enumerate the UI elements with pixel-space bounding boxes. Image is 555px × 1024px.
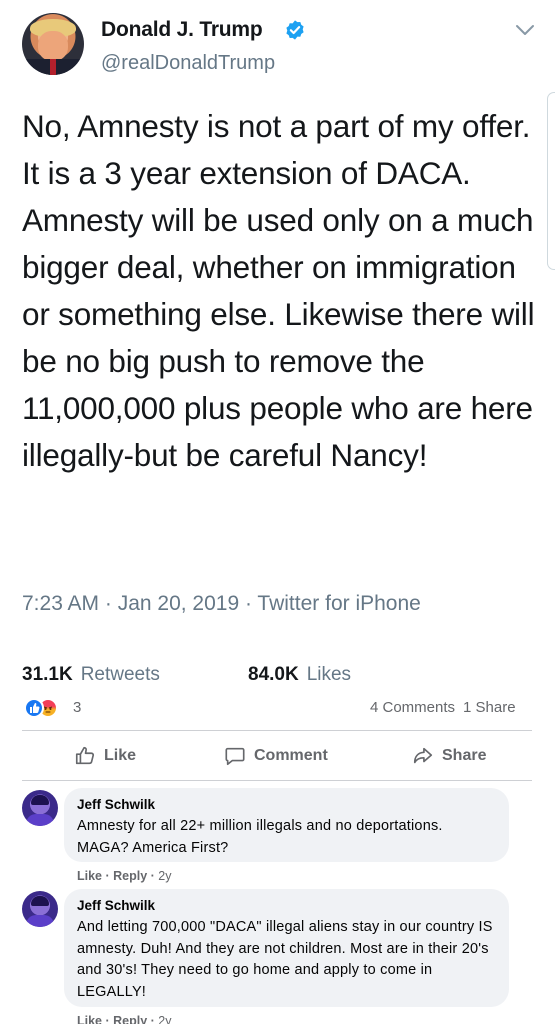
avatar-tie — [50, 59, 56, 75]
likes-count: 84.0K — [248, 664, 299, 684]
divider — [22, 780, 532, 781]
comment-meta: Like · Reply · 2y — [77, 869, 172, 883]
like-reaction-icon — [24, 698, 44, 718]
comment-age[interactable]: 2y — [158, 1014, 171, 1024]
comment-text: And letting 700,000 "DACA" illegal alien… — [77, 919, 493, 1000]
comment-meta: Like · Reply · 2y — [77, 1014, 171, 1024]
like-button-label: Like — [104, 747, 137, 764]
author-display-name[interactable]: Donald J. Trump — [101, 18, 263, 42]
tweet-card: Donald J. Trump @realDonaldTrump No, Amn… — [0, 0, 555, 684]
comment-reply-link[interactable]: Reply — [113, 869, 147, 883]
facebook-post-footer: 3 4 Comments 1 Share Like Comment Share — [0, 684, 555, 1024]
retweets-label: Retweets — [80, 664, 160, 684]
commenter-name[interactable]: Jeff Schwilk — [77, 897, 497, 914]
comments-count[interactable]: 4 Comments — [370, 699, 455, 716]
likes-stat[interactable]: 84.0K Likes — [248, 664, 351, 684]
share-button[interactable]: Share — [412, 738, 486, 774]
share-arrow-icon — [413, 747, 433, 764]
avatar-body — [26, 915, 54, 927]
shares-count[interactable]: 1 Share — [463, 699, 516, 716]
divider — [22, 730, 532, 731]
comment-text: Amnesty for all 22+ million illegals and… — [77, 818, 443, 856]
like-button[interactable]: Like — [74, 738, 136, 774]
tweet-timestamp-source[interactable]: 7:23 AM · Jan 20, 2019 · Twitter for iPh… — [22, 592, 421, 616]
comment-button[interactable]: Comment — [224, 738, 328, 774]
chevron-down-icon[interactable] — [514, 22, 536, 38]
commenter-name[interactable]: Jeff Schwilk — [77, 796, 497, 813]
verified-badge-icon — [286, 20, 304, 40]
commenter-avatar[interactable] — [22, 790, 58, 826]
comment-bubble: Jeff Schwilk And letting 700,000 "DACA" … — [64, 889, 509, 1007]
tweet-stats: 31.1K Retweets 84.0K Likes — [22, 664, 351, 684]
avatar-cap — [31, 896, 49, 906]
author-handle[interactable]: @realDonaldTrump — [101, 52, 275, 75]
commenter-avatar[interactable] — [22, 891, 58, 927]
author-avatar[interactable] — [22, 13, 84, 75]
tweet-text: No, Amnesty is not a part of my offer. I… — [22, 108, 535, 473]
post-actions-bar: Like Comment Share — [0, 738, 555, 774]
avatar-cap — [31, 795, 49, 805]
likes-label: Likes — [306, 664, 352, 684]
comment-like-link[interactable]: Like — [77, 869, 102, 883]
comment-bubble: Jeff Schwilk Amnesty for all 22+ million… — [64, 788, 509, 862]
retweets-stat[interactable]: 31.1K Retweets — [22, 664, 160, 684]
retweets-count: 31.1K — [22, 664, 73, 684]
reaction-count[interactable]: 3 — [73, 699, 81, 716]
comment-bubble-icon — [225, 747, 245, 766]
scrollbar[interactable] — [547, 92, 555, 270]
comment-reply-link[interactable]: Reply — [113, 1014, 147, 1024]
thumbs-up-icon — [75, 746, 95, 765]
comment-like-link[interactable]: Like — [77, 1014, 102, 1024]
comment-button-label: Comment — [254, 747, 328, 764]
engagement-counts: 4 Comments 1 Share — [370, 699, 516, 716]
avatar-body — [26, 814, 54, 826]
comment-age[interactable]: 2y — [158, 869, 171, 883]
avatar-face — [38, 31, 68, 61]
share-button-label: Share — [442, 747, 487, 764]
